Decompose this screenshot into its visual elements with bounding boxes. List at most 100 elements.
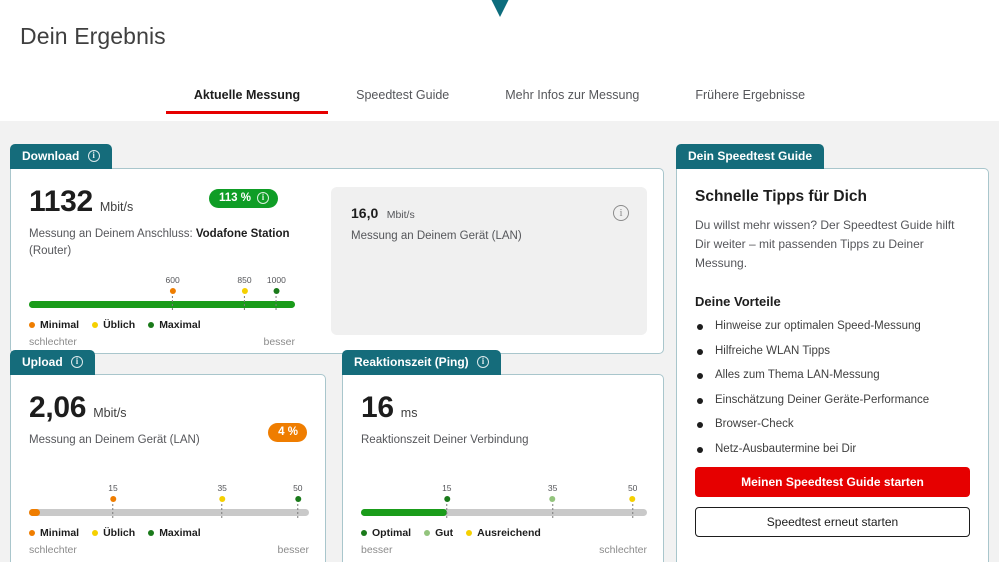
download-card-body: 1132 Mbit/s 113 % Messung an Deinem Ansc… [10,168,664,354]
upload-status-badge[interactable]: 4 % [268,423,307,442]
gauge-marker-tick [112,504,114,518]
main-tabs: Aktuelle Messung Speedtest Guide Mehr In… [0,84,999,120]
list-item: Browser-Check [695,418,970,430]
gauge-marker-tick [275,296,277,310]
gauge-marker-label: 15 [442,483,452,493]
ping-end-labels: besser schlechter [361,544,647,556]
gauge-marker-dot [110,496,116,502]
gauge-fill [361,509,447,516]
ping-value: 16 [361,391,394,424]
gauge-marker-dot [294,496,301,502]
upload-card-header: Upload [10,350,96,375]
download-unit: Mbit/s [99,200,134,214]
gauge-marker-label: 35 [547,483,558,493]
info-icon[interactable] [71,355,84,368]
gauge-marker-tick [632,504,634,518]
upload-unit: Mbit/s [93,406,127,420]
tab-fruehere-ergebnisse[interactable]: Frühere Ergebnisse [667,84,833,111]
gauge-marker-label: 35 [217,483,227,493]
page-title: Dein Ergebnis [20,23,166,49]
list-item: Hilfreiche WLAN Tipps [695,345,970,357]
gauge-marker-minimal: 600 [166,275,180,310]
gauge-marker-tick [172,296,174,310]
list-item: Einschätzung Deiner Geräte-Performance [695,394,970,406]
gauge-marker-tick [221,504,223,518]
gauge-left-label: schlechter [29,336,77,348]
gauge-marker-label: 50 [627,483,638,493]
gauge-marker-dot [549,496,556,502]
gauge-right-label: besser [263,336,295,348]
upload-end-labels: schlechter besser [29,544,309,556]
guide-paragraph: Du willst mehr wissen? Der Speedtest Gui… [695,218,955,270]
gauge-marker-label: 15 [108,483,118,493]
tab-speedtest-guide[interactable]: Speedtest Guide [328,84,477,111]
gauge-fill [29,509,41,516]
gauge-marker-ueblich: 35 [217,483,227,518]
ping-card-header: Reaktionszeit (Ping) [342,350,502,375]
tab-aktuelle-messung[interactable]: Aktuelle Messung [165,84,329,114]
gauge-marker-dot [273,288,280,294]
guide-card-title: Dein Speedtest Guide [688,149,813,163]
lan-metric: 16,0 Mbit/s [351,205,627,223]
page-root: Dein Ergebnis Aktuelle Messung Speedtest… [0,0,999,562]
download-badge-text: 113 % [219,192,251,204]
download-subtitle: Messung an Deinem Anschluss: Vodafone St… [29,226,329,260]
gauge-marker-dot [629,496,636,502]
gauge-marker-ueblich: 850 [237,275,252,310]
gauge-marker-label: 850 [237,275,252,285]
lan-measurement-panel: 16,0 Mbit/s Messung an Deinem Gerät (LAN… [331,187,647,335]
gauge-marker-ausreichend: 50 [628,483,637,518]
list-item: Alles zum Thema LAN-Messung [695,369,970,381]
gauge-marker-minimal: 15 [108,483,118,518]
gauge-marker-tick [243,296,245,310]
upload-badge-text: 4 % [278,426,298,438]
gauge-left-label: schlechter [29,544,77,556]
upload-card-title: Upload [22,355,63,369]
gauge-marker-label: 600 [165,275,180,285]
gauge-right-label: schlechter [599,544,647,556]
lan-value: 16,0 [351,205,379,221]
upload-metric: 2,06 Mbit/s [29,391,307,425]
upload-card: Upload 2,06 Mbit/s 4 % Messung an Deinem… [10,350,326,562]
gauge-marker-gut: 35 [548,483,557,518]
info-icon[interactable] [613,205,629,221]
ping-subtitle: Reaktionszeit Deiner Verbindung [361,434,529,446]
ping-card: Reaktionszeit (Ping) 16 ms Reaktionszeit… [342,350,664,562]
lan-subtitle: Messung an Deinem Gerät (LAN) [351,230,522,242]
info-icon[interactable] [256,191,269,204]
list-item: Netz-Ausbautermine bei Dir [695,443,970,455]
tab-mehr-infos[interactable]: Mehr Infos zur Messung [477,84,667,111]
gauge-marker-optimal: 15 [442,483,452,518]
download-status-badge[interactable]: 113 % [209,189,278,208]
download-end-labels: schlechter besser [29,336,295,348]
gauge-marker-dot [219,496,226,502]
download-value: 1132 [29,185,93,218]
upload-value: 2,06 [29,391,87,424]
download-subtitle-suffix: (Router) [29,245,72,257]
restart-speedtest-button[interactable]: Speedtest erneut starten [695,507,970,537]
download-subtitle-prefix: Messung an Deinem Anschluss: [29,228,196,240]
guide-card-body: Schnelle Tipps für Dich Du willst mehr w… [676,168,989,562]
ping-card-title: Reaktionszeit (Ping) [354,355,469,369]
info-icon[interactable] [477,355,490,368]
gauge-marker-dot [169,288,176,294]
info-icon[interactable] [87,149,100,162]
speedtest-guide-card: Dein Speedtest Guide Schnelle Tipps für … [676,144,989,562]
upload-gauge: 15 35 50 [29,483,309,541]
ping-unit: ms [400,406,418,420]
download-subtitle-strong: Vodafone Station [195,228,290,240]
gauge-marker-tick [297,504,299,518]
gauge-marker-tick [552,504,554,518]
gauge-marker-label: 1000 [266,275,286,285]
guide-subheading: Deine Vorteile [695,294,781,309]
download-card-title: Download [22,149,80,163]
ping-gauge: 15 35 50 [361,483,647,541]
download-card: Download 1132 Mbit/s 113 % Messung an De… [10,144,664,354]
start-guide-button[interactable]: Meinen Speedtest Guide starten [695,467,970,497]
guide-benefits-list: Hinweise zur optimalen Speed-Messung Hil… [695,320,970,455]
chevron-down-icon [487,0,513,17]
list-item: Hinweise zur optimalen Speed-Messung [695,320,970,332]
download-card-header: Download [10,144,112,169]
lan-unit: Mbit/s [386,209,415,221]
gauge-marker-dot [443,496,450,502]
